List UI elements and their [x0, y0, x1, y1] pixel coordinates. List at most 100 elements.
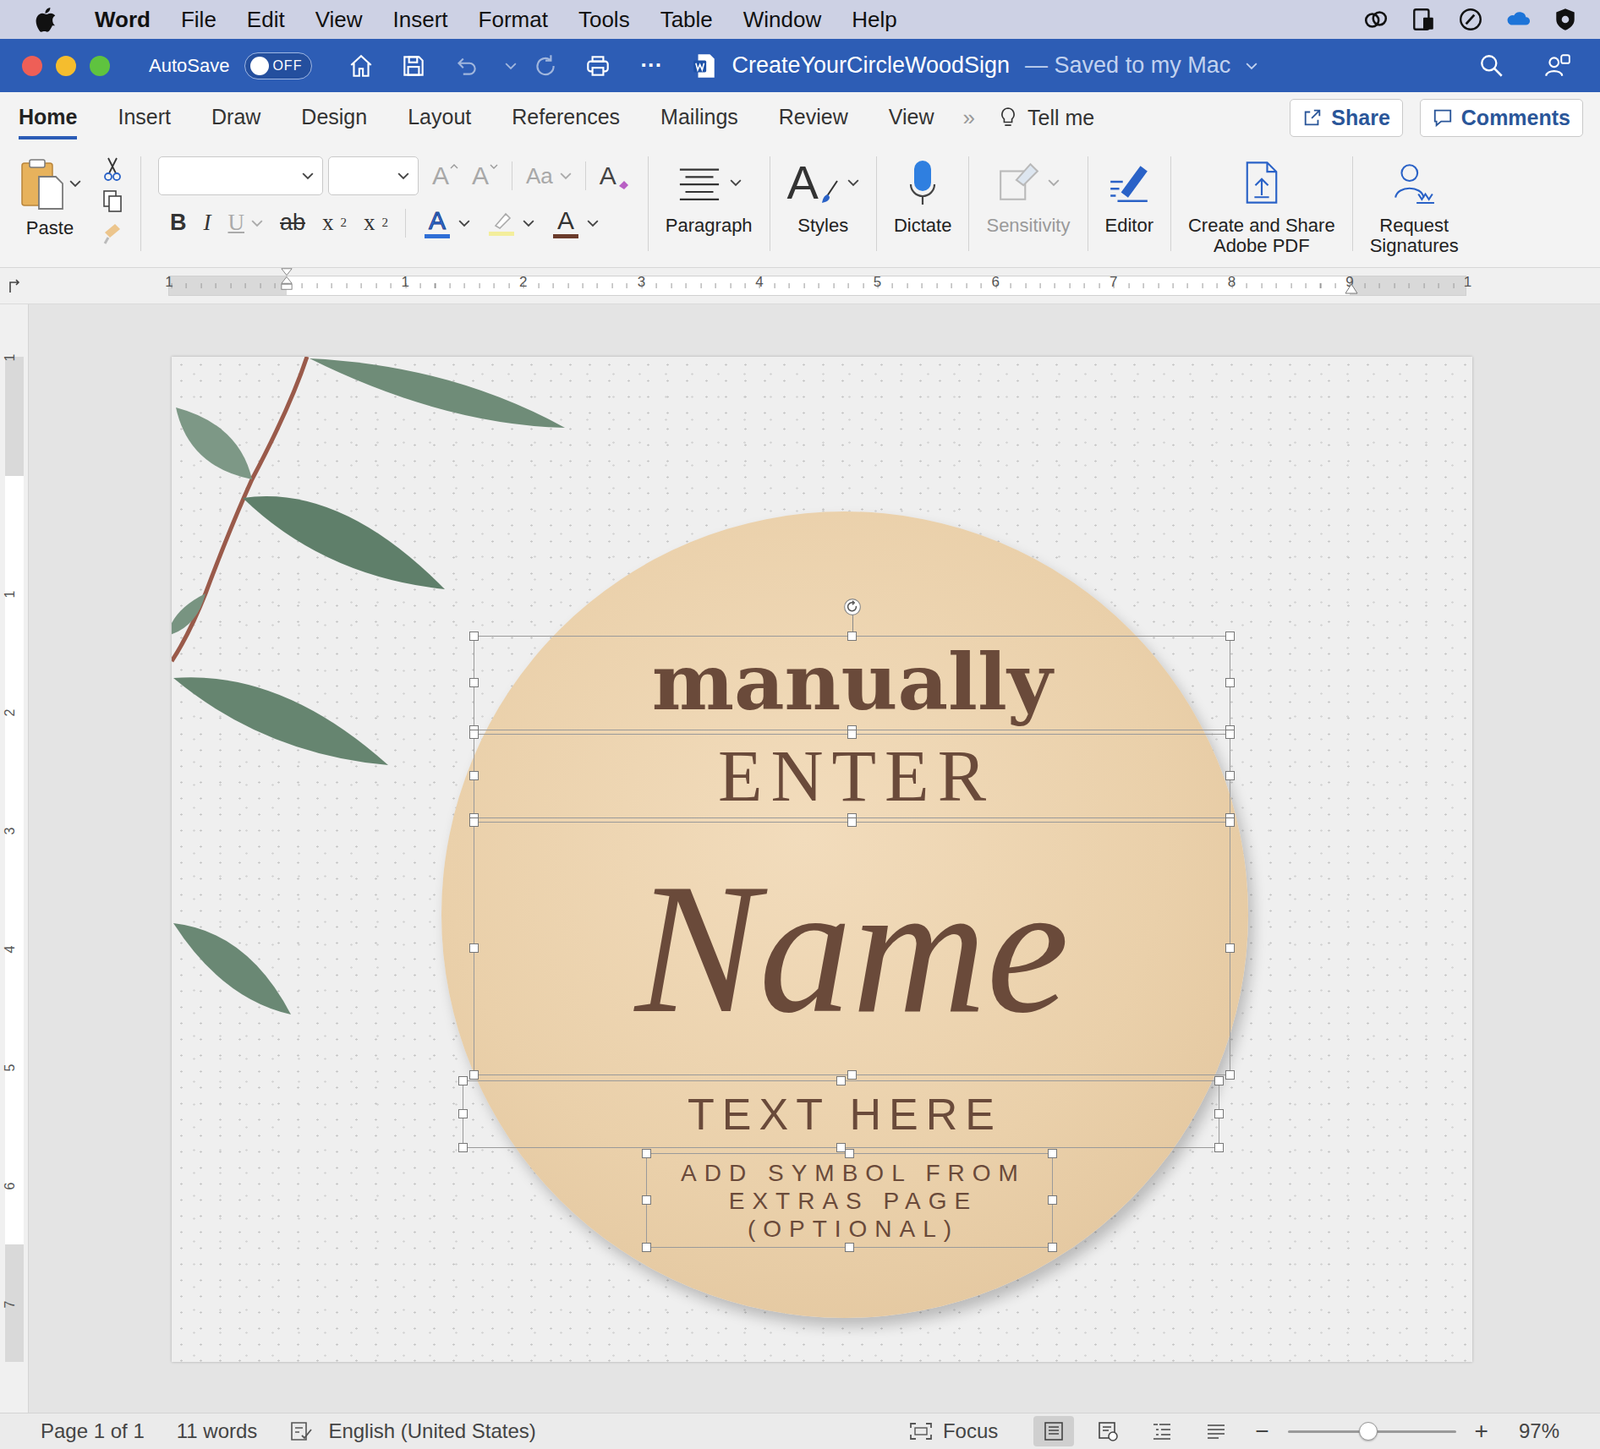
zoom-level[interactable]: 97% — [1518, 1419, 1560, 1444]
ribbon-tab[interactable]: Design — [301, 96, 368, 140]
sensitivity-button[interactable]: Sensitivity — [986, 156, 1070, 236]
redo-icon[interactable] — [531, 52, 559, 80]
italic-button[interactable]: I — [203, 209, 212, 236]
resize-handle[interactable] — [469, 678, 479, 688]
resize-handle[interactable] — [1225, 771, 1235, 781]
chevron-down-icon[interactable] — [522, 219, 535, 228]
resize-handle[interactable] — [469, 817, 479, 828]
zoom-slider[interactable] — [1287, 1420, 1457, 1443]
paste-button[interactable]: Paste — [18, 156, 82, 240]
onedrive-icon[interactable] — [1505, 6, 1531, 33]
apple-logo-icon[interactable] — [33, 6, 56, 33]
resize-handle[interactable] — [1214, 1109, 1224, 1119]
menu-item[interactable]: Insert — [393, 6, 449, 33]
signatures-button[interactable]: RequestSignatures — [1369, 156, 1459, 257]
security-shield-icon[interactable] — [1552, 6, 1579, 33]
ribbon-tab[interactable]: Draw — [211, 96, 261, 140]
resize-handle[interactable] — [1225, 678, 1235, 688]
resize-handle[interactable] — [847, 631, 857, 642]
document-title[interactable]: CreateYourCircleWoodSign — [731, 52, 1010, 79]
copy-icon[interactable] — [101, 188, 124, 214]
chevron-down-icon[interactable] — [1047, 178, 1060, 187]
chevron-down-icon[interactable] — [586, 219, 599, 228]
resize-handle[interactable] — [641, 1149, 652, 1159]
rotate-handle-icon[interactable] — [843, 597, 862, 617]
undo-icon[interactable] — [452, 52, 480, 80]
highlight-button[interactable] — [487, 209, 535, 236]
strike-button[interactable]: ab — [279, 209, 306, 236]
language[interactable]: English (United States) — [328, 1419, 536, 1444]
autosave-toggle[interactable]: OFF — [244, 52, 313, 80]
resize-handle[interactable] — [847, 729, 857, 740]
menu-item[interactable]: View — [315, 6, 363, 33]
underline-button[interactable]: U — [228, 209, 264, 236]
ribbon-tab[interactable]: References — [511, 96, 620, 140]
tab-selector-icon[interactable] — [6, 277, 24, 295]
account-icon[interactable] — [1544, 52, 1572, 80]
ruler-bar[interactable]: 11234567891 — [168, 275, 1467, 296]
font-book-icon[interactable] — [1410, 6, 1436, 33]
cut-scissors-icon[interactable] — [101, 156, 124, 182]
change-case-button[interactable]: Aa — [526, 163, 572, 190]
resize-handle[interactable] — [1047, 1195, 1058, 1206]
resize-handle[interactable] — [458, 1143, 468, 1153]
zoom-in-button[interactable]: + — [1474, 1418, 1489, 1446]
menu-item[interactable]: Tools — [578, 6, 631, 33]
resize-handle[interactable] — [1047, 1243, 1058, 1253]
save-icon[interactable] — [400, 52, 428, 80]
adobe-button[interactable]: Create and ShareAdobe PDF — [1188, 156, 1336, 257]
text-box[interactable]: ENTER — [473, 734, 1231, 819]
resize-handle[interactable] — [847, 1070, 857, 1080]
paragraph-button[interactable]: Paragraph — [665, 156, 753, 236]
page-count[interactable]: Page 1 of 1 — [40, 1419, 145, 1444]
text-box[interactable]: Name — [473, 821, 1231, 1076]
resize-handle[interactable] — [1225, 943, 1235, 954]
document-page[interactable]: manually ENTER Name TEXT HERE ADD SYMBOL… — [171, 356, 1473, 1363]
resize-handle[interactable] — [1225, 1070, 1235, 1080]
tell-me-search[interactable]: Tell me — [998, 105, 1095, 131]
resize-handle[interactable] — [1225, 817, 1235, 828]
ribbon-tab[interactable]: Home — [18, 96, 77, 140]
web-view-button[interactable] — [1087, 1416, 1129, 1447]
resize-handle[interactable] — [1047, 1149, 1058, 1159]
styles-button[interactable]: A Styles — [787, 156, 860, 236]
text-box[interactable]: TEXT HERE — [462, 1080, 1220, 1149]
resize-handle[interactable] — [458, 1109, 468, 1119]
format-painter-icon[interactable] — [101, 220, 124, 247]
clear-formatting-button[interactable]: A — [599, 161, 631, 191]
creative-cloud-icon[interactable] — [1363, 6, 1389, 33]
editor-button[interactable]: Editor — [1105, 156, 1154, 236]
home-icon[interactable] — [347, 52, 375, 80]
chevron-down-icon[interactable] — [301, 171, 314, 181]
resize-handle[interactable] — [469, 1070, 479, 1080]
chevron-down-icon[interactable] — [504, 61, 517, 71]
resize-handle[interactable] — [1225, 729, 1235, 740]
text-effects-button[interactable]: A — [422, 207, 471, 239]
text-box[interactable]: manually — [473, 635, 1231, 731]
print-icon[interactable] — [584, 52, 612, 80]
minimize-button[interactable] — [55, 55, 77, 77]
resize-handle[interactable] — [469, 729, 479, 740]
resize-handle[interactable] — [469, 943, 479, 954]
outline-view-button[interactable] — [1141, 1416, 1183, 1447]
resize-handle[interactable] — [844, 1243, 855, 1253]
bold-button[interactable]: B — [169, 209, 187, 236]
chevron-down-icon[interactable] — [458, 219, 471, 228]
proofing-icon[interactable] — [289, 1420, 313, 1443]
zoom-out-button[interactable]: − — [1254, 1418, 1269, 1446]
vertical-ruler[interactable]: 11234567 — [0, 304, 29, 1414]
chevron-down-icon[interactable] — [397, 171, 410, 181]
chevron-down-icon[interactable] — [1245, 61, 1258, 71]
superscript-button[interactable]: x2 — [363, 209, 389, 236]
subscript-button[interactable]: x2 — [322, 209, 347, 236]
ribbon-tab[interactable]: Mailings — [660, 96, 739, 140]
ribbon-tab[interactable]: Review — [778, 96, 849, 140]
focus-button[interactable]: Focus — [909, 1419, 998, 1444]
draft-view-button[interactable] — [1195, 1416, 1237, 1447]
menu-item[interactable]: Format — [478, 6, 548, 33]
ribbon-tab[interactable]: View — [888, 96, 935, 140]
grow-font-button[interactable]: A — [432, 161, 459, 191]
font-color-button[interactable]: A — [551, 207, 599, 239]
word-count[interactable]: 11 words — [176, 1419, 258, 1444]
zoom-thumb[interactable] — [1358, 1422, 1378, 1442]
